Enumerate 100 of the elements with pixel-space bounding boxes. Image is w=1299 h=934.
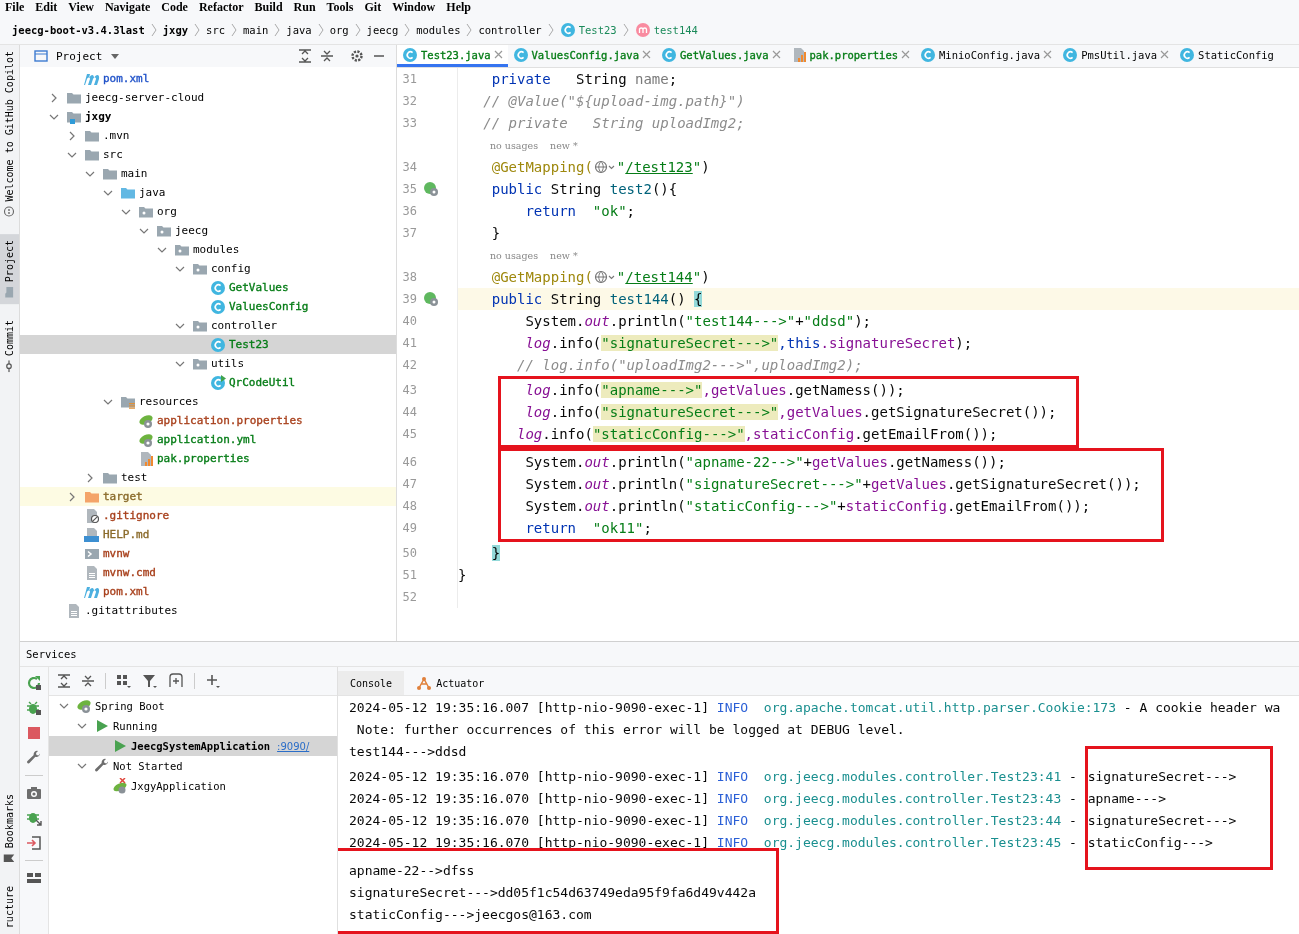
editor-tab[interactable]: pak.properties — [785, 45, 916, 67]
menu-item[interactable]: Navigate — [104, 0, 151, 15]
menu-item[interactable]: Code — [161, 0, 188, 15]
breadcrumb[interactable]: test144 — [634, 21, 698, 38]
collapse-all-icon[interactable] — [320, 49, 334, 63]
editor-tab[interactable]: PmsUtil.java — [1057, 45, 1175, 67]
inlay-hint[interactable]: no usages — [490, 249, 539, 261]
menu-item[interactable]: Git — [364, 0, 382, 15]
menu-item[interactable]: Edit — [35, 0, 58, 15]
tree-item[interactable]: mvnw.cmd — [20, 563, 396, 582]
breadcrumb[interactable]: main — [243, 23, 269, 36]
rerun-icon[interactable] — [26, 675, 42, 691]
wrench-icon[interactable] — [26, 750, 42, 766]
tree-item[interactable]: pak.properties — [20, 449, 396, 468]
side-tab[interactable]: Bookmarks — [0, 787, 19, 870]
tree-item[interactable]: mvnw — [20, 544, 396, 563]
breadcrumb[interactable]: modules — [416, 23, 461, 36]
side-tab[interactable]: Commit — [0, 313, 19, 378]
tree-item[interactable]: target — [20, 487, 396, 506]
tree-item[interactable]: application.yml — [20, 430, 396, 449]
breadcrumb[interactable]: src — [206, 23, 226, 36]
menu-item[interactable]: View — [68, 0, 94, 15]
tree-item[interactable]: controller — [20, 316, 396, 335]
tree-item[interactable]: HELP.md — [20, 525, 396, 544]
tree-item[interactable]: config — [20, 259, 396, 278]
breadcrumb[interactable]: org — [329, 23, 349, 36]
tree-item[interactable]: pom.xml — [20, 582, 396, 601]
menu-item[interactable]: File — [5, 0, 25, 15]
service-item[interactable]: JxgyApplication — [49, 776, 337, 796]
service-item[interactable]: Spring Boot — [49, 696, 337, 716]
port-link[interactable]: :9090/ — [277, 740, 310, 752]
bean-run-icon[interactable] — [423, 291, 439, 307]
breadcrumb[interactable]: jxgy — [162, 23, 189, 36]
tree-item[interactable]: utils — [20, 354, 396, 373]
close-icon[interactable] — [771, 50, 781, 59]
tree-item[interactable]: GetValues — [20, 278, 396, 297]
tree-item[interactable]: application.properties — [20, 411, 396, 430]
tree-item[interactable]: pom.xml — [20, 69, 396, 88]
inlay-hint[interactable]: new * — [550, 139, 578, 151]
settings-icon[interactable] — [350, 49, 364, 63]
tree-item[interactable]: modules — [20, 240, 396, 259]
side-tab[interactable]: Project — [0, 233, 19, 304]
tree-item[interactable]: QrCodeUtil — [20, 373, 396, 392]
tree-item[interactable]: main — [20, 164, 396, 183]
menu-item[interactable]: Window — [392, 0, 436, 15]
collapse-all-icon[interactable] — [81, 674, 95, 688]
inlay-hint[interactable]: no usages — [490, 139, 539, 151]
menu-item[interactable]: Tools — [326, 0, 354, 15]
tree-item[interactable]: .gitignore — [20, 506, 396, 525]
layout-icon[interactable] — [26, 870, 42, 886]
camera-icon[interactable] — [26, 785, 42, 801]
expand-all-icon[interactable] — [298, 49, 312, 63]
tree-item[interactable]: src — [20, 145, 396, 164]
debug-attach-icon[interactable] — [26, 810, 42, 826]
editor-tab[interactable]: Test23.java — [397, 45, 508, 67]
menu-item[interactable]: Refactor — [198, 0, 244, 15]
console-tab[interactable]: Actuator — [404, 671, 497, 695]
login-icon[interactable] — [26, 835, 42, 851]
dropdown-caret-icon[interactable] — [110, 52, 121, 60]
tree-item[interactable]: org — [20, 202, 396, 221]
close-icon[interactable] — [1160, 50, 1170, 59]
tree-item[interactable]: .gitattributes — [20, 601, 396, 620]
tree-item[interactable]: jxgy — [20, 107, 396, 126]
globe-icon[interactable] — [593, 160, 616, 174]
breadcrumb[interactable]: jeecg — [366, 23, 399, 36]
console-tab[interactable]: Console — [338, 671, 405, 695]
service-item[interactable]: JeecgSystemApplication :9090/ — [49, 736, 337, 756]
close-icon[interactable] — [1043, 50, 1053, 59]
panel-title[interactable]: Project — [56, 49, 103, 63]
breadcrumb[interactable]: controller — [478, 23, 542, 36]
breadcrumb[interactable]: Test23 — [559, 21, 617, 38]
tree-item[interactable]: jeecg-server-cloud — [20, 88, 396, 107]
tree-item[interactable]: java — [20, 183, 396, 202]
inlay-hint[interactable]: new * — [550, 249, 578, 261]
breadcrumb[interactable]: jeecg-boot-v3.4.3last — [12, 23, 145, 36]
stop-icon[interactable] — [26, 725, 42, 741]
menu-item[interactable]: Help — [446, 0, 471, 15]
tree-item[interactable]: ValuesConfig — [20, 297, 396, 316]
tree-item[interactable]: jeecg — [20, 221, 396, 240]
side-tab[interactable]: ructure — [0, 879, 19, 934]
tree-item[interactable]: Test23 — [20, 335, 396, 354]
breadcrumb[interactable]: java — [286, 23, 312, 36]
editor-tab[interactable]: GetValues.java — [656, 45, 786, 67]
new-tab-icon[interactable] — [168, 673, 184, 689]
close-icon[interactable] — [493, 50, 503, 59]
service-item[interactable]: Running — [49, 716, 337, 736]
editor-tab[interactable]: MinioConfig.java — [915, 45, 1058, 67]
globe-icon[interactable] — [593, 270, 616, 284]
add-icon[interactable] — [205, 673, 221, 689]
bean-run-icon[interactable] — [423, 181, 439, 197]
editor-tab[interactable]: StaticConfig — [1174, 45, 1279, 67]
editor-tab[interactable]: ValuesConfig.java — [507, 45, 656, 67]
close-icon[interactable] — [642, 50, 651, 59]
filter-icon[interactable] — [142, 673, 158, 689]
tree-item[interactable]: .mvn — [20, 126, 396, 145]
tree-item[interactable]: test — [20, 468, 396, 487]
menu-item[interactable]: Build — [254, 0, 283, 15]
debug-icon[interactable] — [26, 700, 42, 716]
tree-item[interactable]: resources — [20, 392, 396, 411]
group-icon[interactable] — [116, 673, 132, 689]
